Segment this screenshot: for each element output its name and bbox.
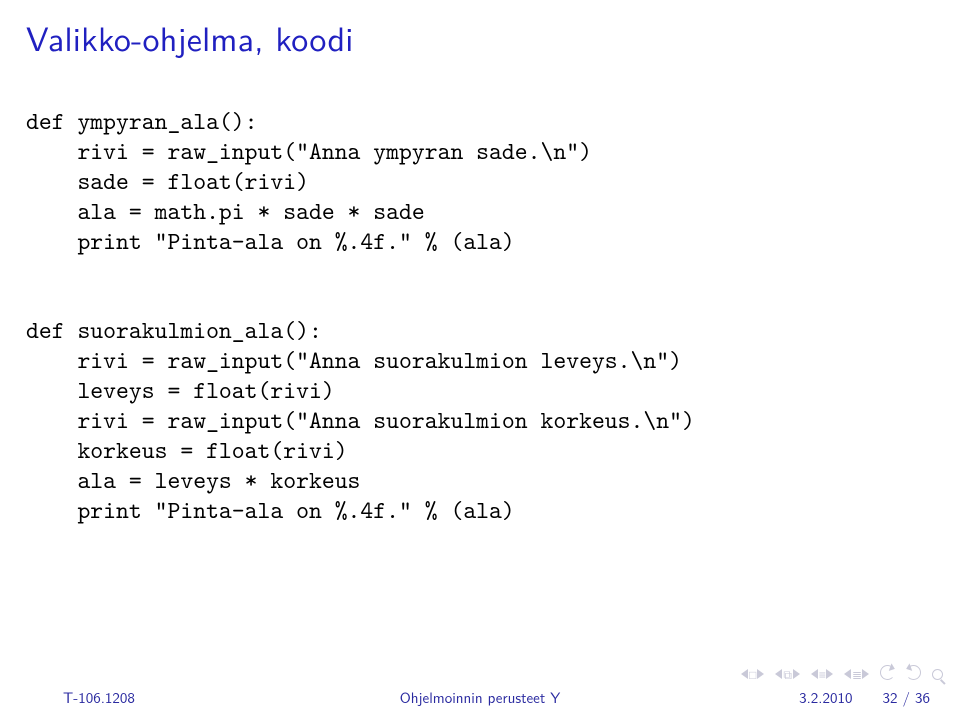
nav-subsection-group[interactable]: ≣ <box>844 668 869 680</box>
nav-frame-group[interactable]: ⧉ <box>775 668 800 680</box>
bars-icon: ≡ <box>819 668 825 680</box>
bars-dense-icon: ≣ <box>852 668 861 680</box>
nav-back-button[interactable] <box>880 662 895 685</box>
slide: Valikko-ohjelma, koodi def ympyran_ala()… <box>0 0 960 720</box>
triangle-right-icon <box>757 669 764 679</box>
triangle-left-icon <box>811 669 818 679</box>
footer-right: 3.2.2010 32 / 36 <box>799 686 930 708</box>
frame-icon: ⧉ <box>783 668 792 680</box>
triangle-left-icon <box>775 669 782 679</box>
code-block-2: def suorakulmion_ala(): rivi = raw_input… <box>26 315 934 524</box>
search-icon <box>932 669 943 680</box>
slide-title: Valikko-ohjelma, koodi <box>26 12 934 62</box>
nav-forward-button[interactable] <box>906 662 921 685</box>
triangle-right-icon <box>862 669 869 679</box>
nav-section-group[interactable]: ≡ <box>811 668 833 680</box>
undo-icon <box>880 665 895 680</box>
triangle-right-icon <box>793 669 800 679</box>
nav-first-group[interactable]: □ <box>741 668 764 680</box>
code-block-1: def ympyran_ala(): rivi = raw_input("Ann… <box>26 106 934 255</box>
page-total: 36 <box>915 686 930 708</box>
box-icon: □ <box>749 668 756 680</box>
triangle-left-icon <box>844 669 851 679</box>
triangle-left-icon <box>741 669 748 679</box>
footer-date: 3.2.2010 <box>799 686 852 708</box>
slide-footer: T-106.1208 Ohjelmoinnin perusteet Y 3.2.… <box>0 685 960 709</box>
page-sep: / <box>897 686 915 708</box>
page-current: 32 <box>882 686 897 708</box>
nav-search-button[interactable] <box>932 662 943 685</box>
triangle-right-icon <box>826 669 833 679</box>
beamer-nav-bar: □ ⧉ ≡ ≣ <box>741 662 943 685</box>
redo-icon <box>906 665 921 680</box>
